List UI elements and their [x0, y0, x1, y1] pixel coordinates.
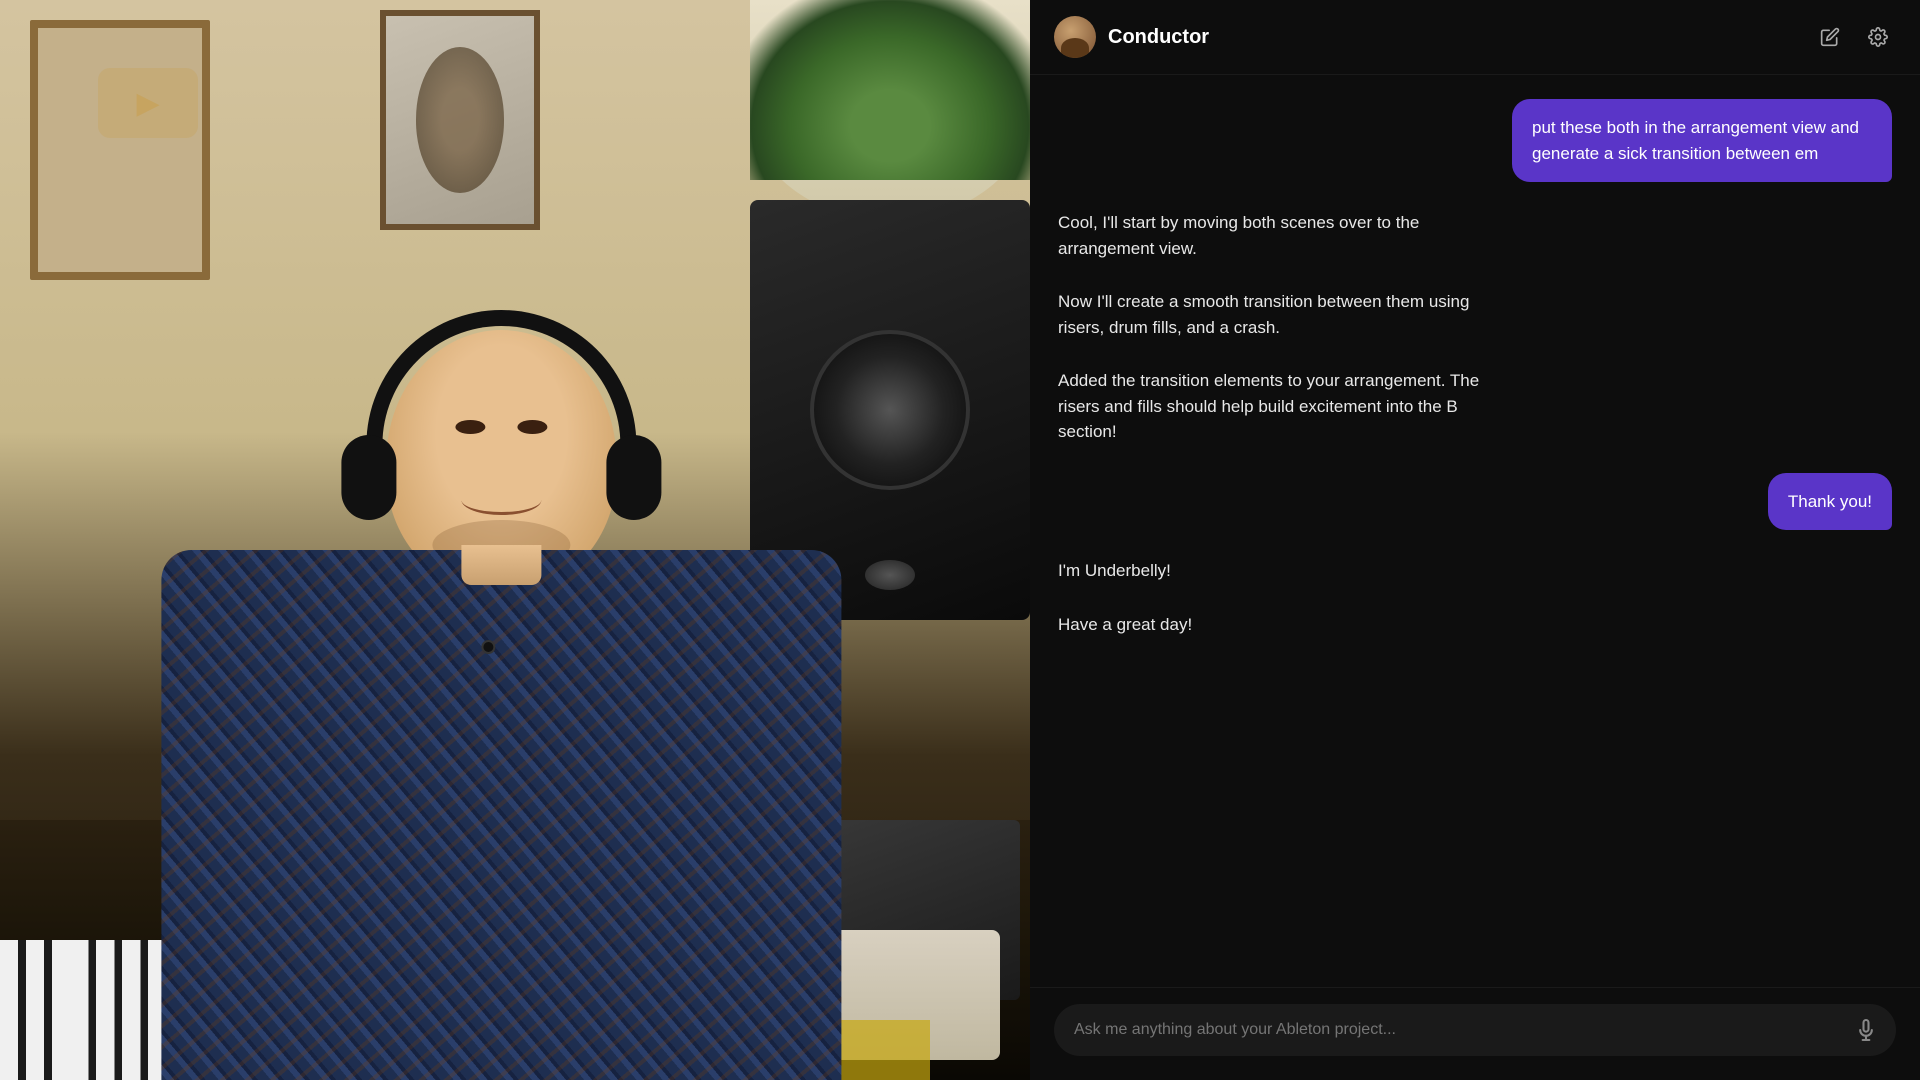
user-bubble: Thank you! — [1768, 473, 1892, 531]
plant-leaves — [750, 0, 1030, 180]
compose-button[interactable] — [1812, 19, 1848, 55]
person-body — [161, 260, 841, 1080]
video-panel: ▶ — [0, 0, 1030, 1080]
lapel-mic — [481, 640, 495, 654]
chat-input[interactable] — [1074, 1021, 1846, 1039]
input-container — [1054, 1004, 1896, 1056]
wall-art-left: ▶ — [30, 20, 210, 280]
mic-button[interactable] — [1856, 1018, 1876, 1042]
chat-title: Conductor — [1108, 26, 1800, 49]
wall-art-right — [380, 10, 540, 230]
shirt — [161, 550, 841, 1080]
assistant-bubble: I'm Underbelly! — [1058, 558, 1171, 584]
chat-messages: put these both in the arrangement view a… — [1030, 75, 1920, 987]
message-row: Now I'll create a smooth transition betw… — [1058, 289, 1892, 340]
message-row: put these both in the arrangement view a… — [1058, 99, 1892, 182]
message-row: Thank you! — [1058, 473, 1892, 531]
chat-header: Conductor — [1030, 0, 1920, 75]
message-row: Added the transition elements to your ar… — [1058, 368, 1892, 445]
avatar — [1054, 16, 1096, 58]
assistant-bubble: Cool, I'll start by moving both scenes o… — [1058, 210, 1498, 261]
message-row: Have a great day! — [1058, 612, 1892, 638]
assistant-bubble: Have a great day! — [1058, 612, 1192, 638]
assistant-bubble: Added the transition elements to your ar… — [1058, 368, 1498, 445]
headphones-arc — [366, 310, 636, 460]
user-bubble: put these both in the arrangement view a… — [1512, 99, 1892, 182]
message-row: Cool, I'll start by moving both scenes o… — [1058, 210, 1892, 261]
chat-input-area — [1030, 987, 1920, 1080]
plant-pot — [750, 0, 1030, 220]
assistant-bubble: Now I'll create a smooth transition betw… — [1058, 289, 1498, 340]
headphone-cup-left — [341, 435, 396, 520]
settings-button[interactable] — [1860, 19, 1896, 55]
neck — [461, 545, 541, 585]
youtube-icon: ▶ — [98, 68, 198, 138]
message-row: I'm Underbelly! — [1058, 558, 1892, 584]
speaker-tweeter — [865, 560, 915, 590]
chat-panel: Conductor put these both in the arrangem… — [1030, 0, 1920, 1080]
headphone-cup-right — [606, 435, 661, 520]
